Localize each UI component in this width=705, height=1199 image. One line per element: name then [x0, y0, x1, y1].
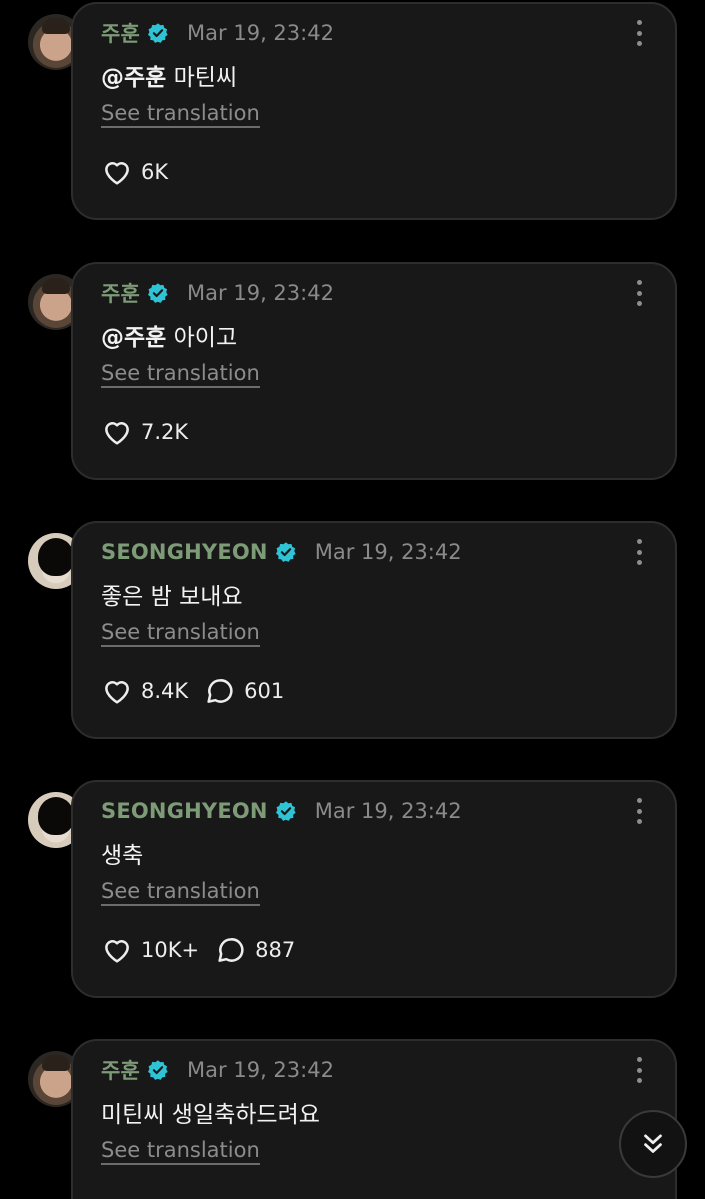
comment-header: 주훈 Mar 19, 23:42	[101, 278, 334, 308]
author-name[interactable]: SEONGHYEON	[101, 799, 268, 823]
see-translation-link[interactable]: See translation	[101, 1138, 260, 1165]
comment-card: 주훈 Mar 19, 23:42 @주훈 마틴씨 See translation…	[71, 2, 677, 220]
comment-header: SEONGHYEON Mar 19, 23:42	[101, 796, 462, 826]
comment-body: 마틴씨	[166, 65, 238, 91]
comment-text: 좋은 밤 보내요	[101, 577, 243, 611]
timestamp: Mar 19, 23:42	[187, 21, 334, 45]
comment-card: SEONGHYEON Mar 19, 23:42 생축 See translat…	[71, 780, 677, 998]
comment-body: 미틴씨 생일축하드려요	[101, 1102, 320, 1128]
comment-body: 좋은 밤 보내요	[101, 584, 243, 610]
mention-link[interactable]: @주훈	[101, 65, 166, 91]
author-name[interactable]: 주훈	[101, 18, 140, 48]
comment-text: @주훈 아이고	[101, 318, 237, 352]
heart-icon	[105, 162, 129, 185]
timestamp: Mar 19, 23:42	[187, 1058, 334, 1082]
verified-badge-icon	[275, 542, 296, 562]
comment-header: 주훈 Mar 19, 23:42	[101, 1055, 334, 1085]
speech-bubble-icon	[207, 679, 233, 703]
timestamp: Mar 19, 23:42	[314, 540, 462, 564]
speech-bubble-icon	[218, 938, 244, 962]
verified-badge-icon	[275, 801, 296, 821]
more-vertical-icon[interactable]	[633, 798, 645, 824]
comment-card: SEONGHYEON Mar 19, 23:42 좋은 밤 보내요 See tr…	[71, 521, 677, 739]
double-chevron-down-icon	[644, 1134, 662, 1153]
comment-feed: 주훈 Mar 19, 23:42 @주훈 마틴씨 See translation…	[0, 0, 705, 1199]
comment-item: 주훈 Mar 19, 23:42 @주훈 마틴씨 See translation…	[0, 2, 705, 220]
verified-badge-icon	[148, 23, 168, 43]
author-name[interactable]: SEONGHYEON	[101, 540, 268, 564]
comment-header: SEONGHYEON Mar 19, 23:42	[101, 537, 462, 567]
like-count: 6K	[141, 160, 169, 184]
comment-actions: 7.2K	[101, 414, 204, 450]
comment-item: 주훈 Mar 19, 23:42 @주훈 아이고 See translation…	[0, 262, 705, 480]
verified-badge-icon	[148, 1060, 168, 1080]
reply-button[interactable]: 887	[215, 934, 295, 966]
reply-button[interactable]: 601	[204, 675, 284, 707]
see-translation-link[interactable]: See translation	[101, 101, 260, 128]
comment-header: 주훈 Mar 19, 23:42	[101, 18, 334, 48]
like-count: 7.2K	[141, 420, 189, 444]
heart-icon	[105, 422, 129, 445]
like-count: 8.4K	[141, 679, 189, 703]
more-vertical-icon[interactable]	[633, 539, 645, 565]
like-button[interactable]: 6K	[101, 156, 168, 188]
comment-body: 아이고	[166, 325, 238, 351]
like-button[interactable]: 8.4K	[101, 675, 188, 707]
comment-body: 생축	[101, 843, 144, 869]
see-translation-link[interactable]: See translation	[101, 620, 260, 647]
more-vertical-icon[interactable]	[633, 280, 645, 306]
comment-item: SEONGHYEON Mar 19, 23:42 생축 See translat…	[0, 780, 705, 998]
heart-icon	[105, 681, 129, 704]
timestamp: Mar 19, 23:42	[314, 799, 462, 823]
see-translation-link[interactable]: See translation	[101, 879, 260, 906]
comment-card: 주훈 Mar 19, 23:42 @주훈 아이고 See translation…	[71, 262, 677, 480]
reply-count: 887	[255, 938, 296, 962]
timestamp: Mar 19, 23:42	[187, 281, 334, 305]
comment-actions: 8.4K 601	[101, 673, 300, 709]
more-vertical-icon[interactable]	[633, 20, 645, 46]
heart-icon	[105, 940, 129, 963]
author-name[interactable]: 주훈	[101, 278, 140, 308]
like-button[interactable]: 10K+	[101, 934, 199, 966]
mention-link[interactable]: @주훈	[101, 325, 166, 351]
comment-item: SEONGHYEON Mar 19, 23:42 좋은 밤 보내요 See tr…	[0, 521, 705, 739]
comment-text: 생축	[101, 836, 143, 870]
reply-count: 601	[244, 679, 285, 703]
verified-badge-icon	[148, 283, 168, 303]
scroll-to-bottom-button[interactable]	[619, 1110, 687, 1178]
comment-actions: 6K	[101, 154, 184, 190]
comment-text: @주훈 마틴씨	[101, 58, 237, 92]
comment-card: 주훈 Mar 19, 23:42 미틴씨 생일축하드려요 See transla…	[71, 1039, 677, 1199]
comment-actions: 10K+ 887	[101, 932, 311, 968]
like-count: 10K+	[141, 938, 200, 962]
comment-item: 주훈 Mar 19, 23:42 미틴씨 생일축하드려요 See transla…	[0, 1039, 705, 1199]
author-name[interactable]: 주훈	[101, 1055, 140, 1085]
more-vertical-icon[interactable]	[633, 1057, 645, 1083]
comment-text: 미틴씨 생일축하드려요	[101, 1095, 320, 1129]
like-button[interactable]: 7.2K	[101, 416, 188, 448]
see-translation-link[interactable]: See translation	[101, 361, 260, 388]
